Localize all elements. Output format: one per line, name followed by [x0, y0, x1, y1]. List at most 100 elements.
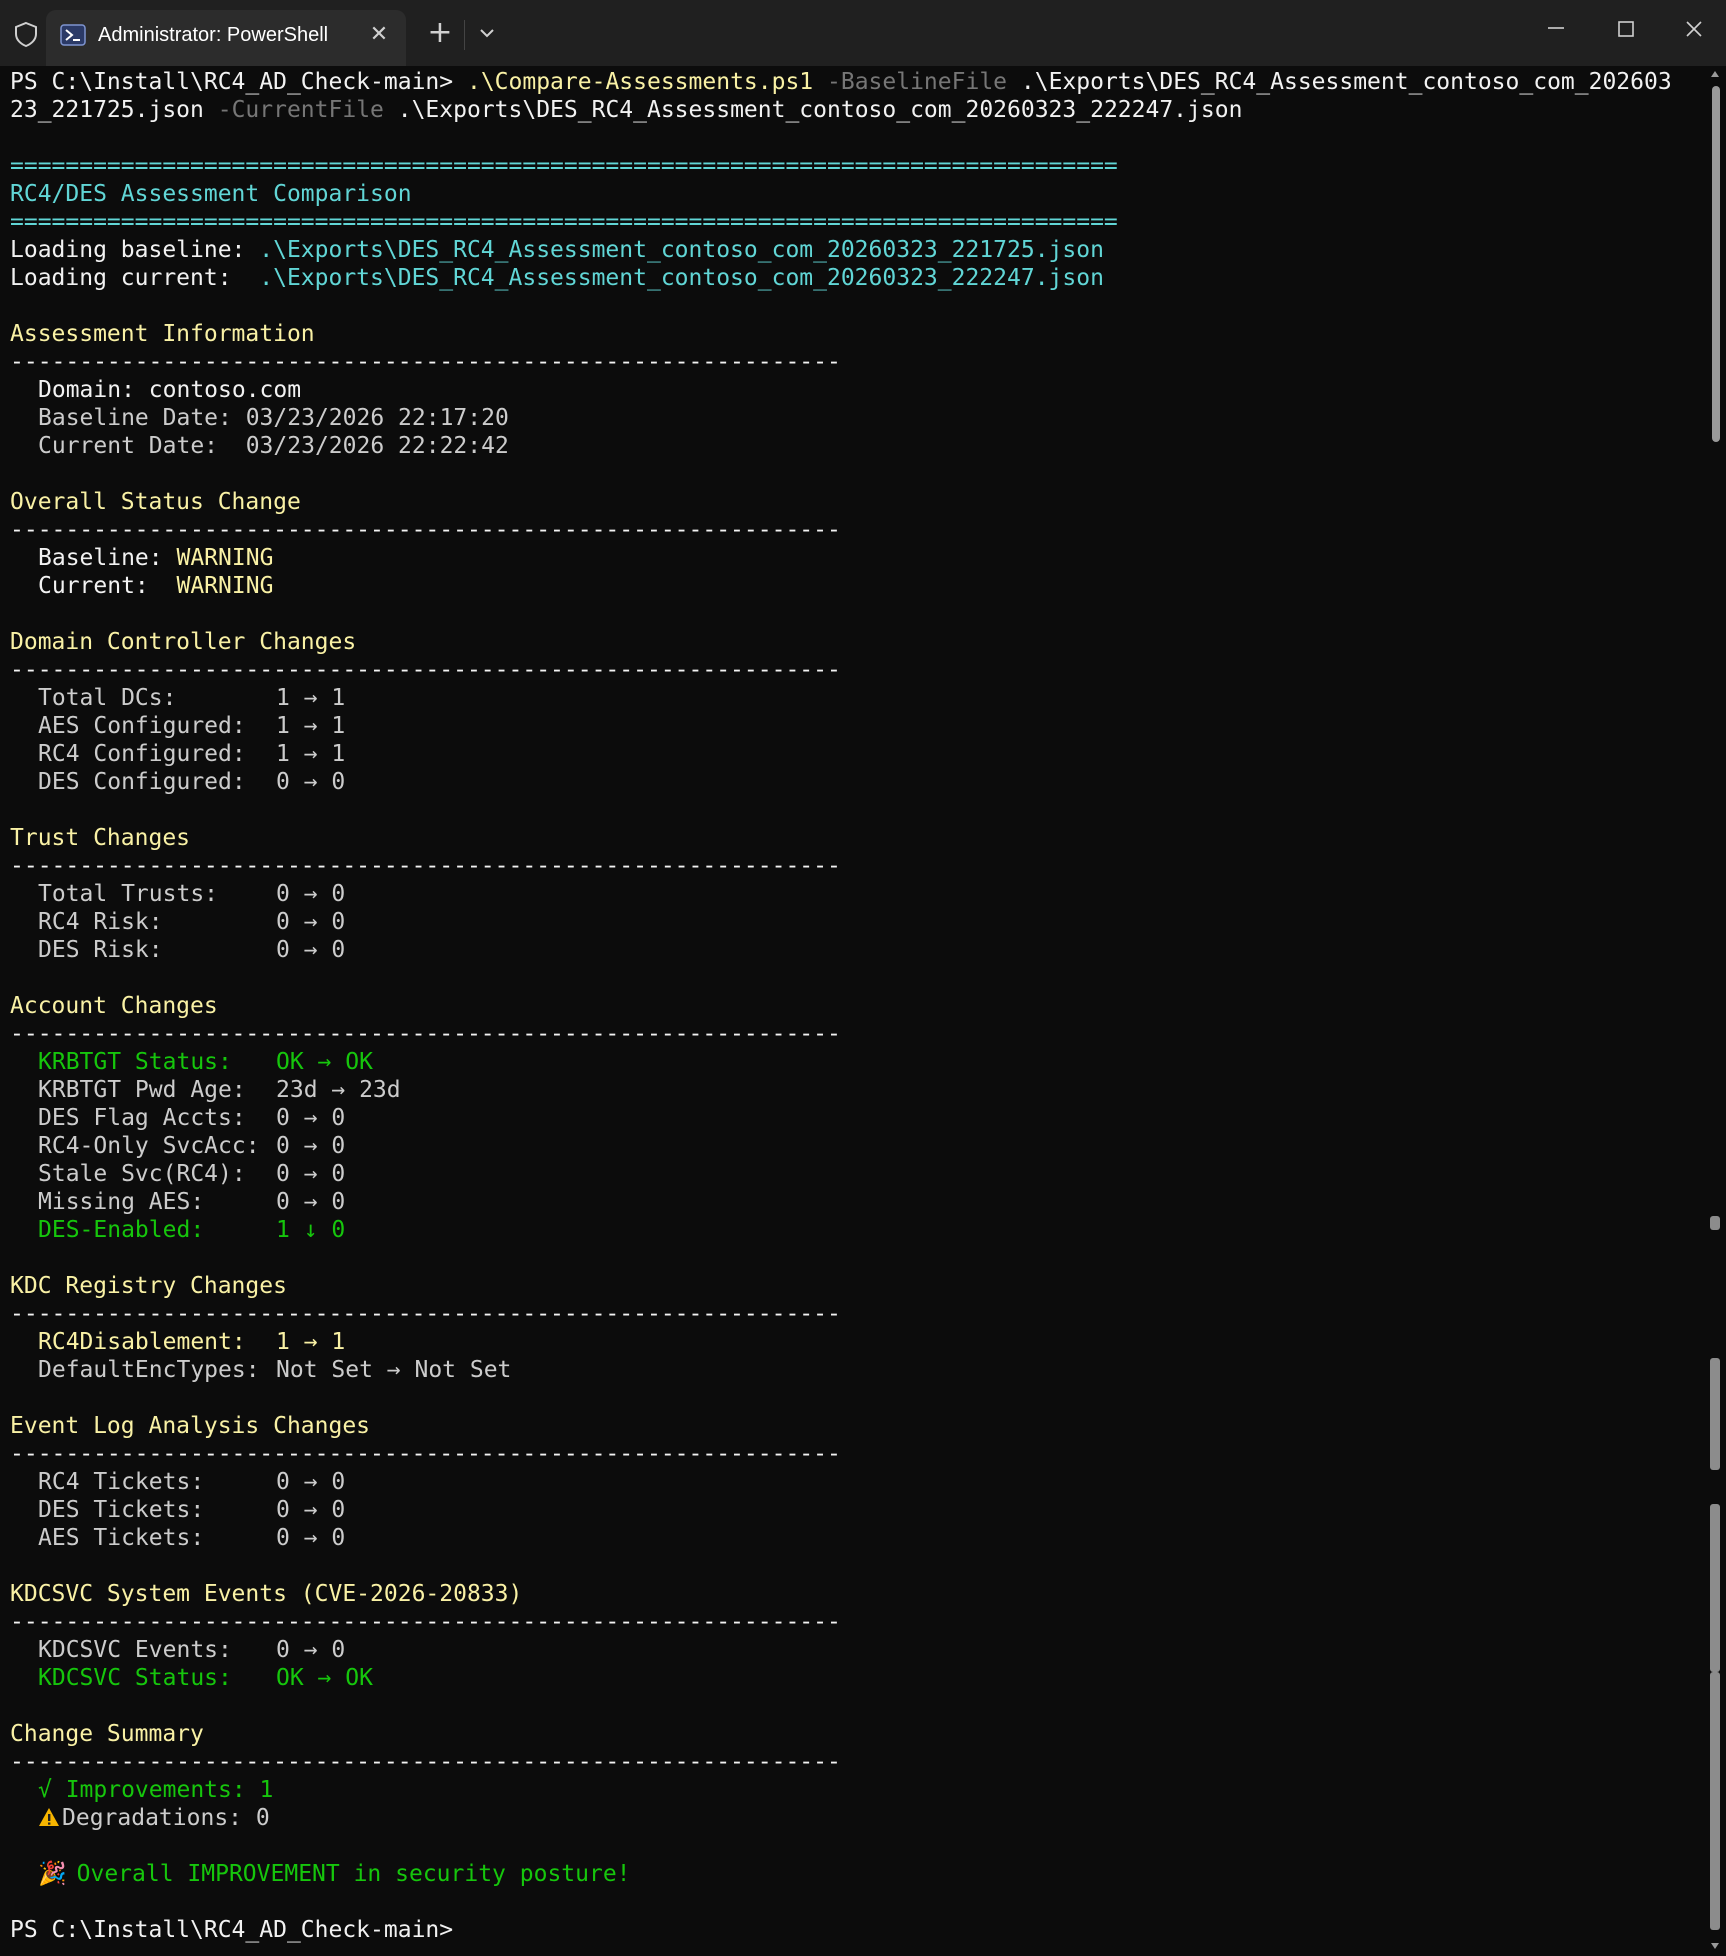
section-title: Account Changes [10, 993, 218, 1019]
row-value: 0 → 0 [276, 1525, 346, 1551]
close-icon[interactable]: ✕ [366, 22, 392, 48]
minimize-icon[interactable] [1536, 12, 1576, 46]
warning-icon [39, 1808, 59, 1826]
row-label: Total DCs: [38, 685, 177, 711]
shield-icon [15, 21, 37, 48]
list-item: RC4 Configured: 1 → 1 [10, 740, 1700, 768]
row-value: 1 ↓ 0 [276, 1217, 346, 1243]
row-label: Missing AES: [38, 1189, 205, 1215]
current-date: Current Date: 03/23/2026 22:22:42 [38, 433, 509, 459]
tab-divider [464, 20, 465, 50]
tab-powershell[interactable]: Administrator: PowerShell ✕ [46, 10, 406, 66]
window-close-icon[interactable] [1674, 12, 1714, 46]
row-label: DefaultEncTypes: [38, 1357, 260, 1383]
row-value: 0 → 0 [276, 769, 346, 795]
status-label: Baseline: [38, 545, 177, 571]
section-title: Event Log Analysis Changes [10, 1413, 371, 1439]
list-item: RC4Disablement: 1 → 1 [10, 1328, 1700, 1356]
improvements-line: √ Improvements: 1 [38, 1777, 274, 1803]
scrollbar[interactable] [1704, 66, 1726, 1956]
row-label: KDCSVC Events: [38, 1637, 232, 1663]
row-value: 0 → 0 [276, 1469, 346, 1495]
status-label: Current: [38, 573, 177, 599]
loading-current: Loading current: .\Exports\DES_RC4_Asses… [10, 264, 1700, 292]
section-title: Assessment Information [10, 321, 315, 347]
row-value: 0 → 0 [276, 881, 346, 907]
command-line: PS C:\Install\RC4_AD_Check-main> .\Compa… [10, 68, 1700, 96]
list-item: DES-Enabled: 1 ↓ 0 [10, 1216, 1700, 1244]
section-title: Domain Controller Changes [10, 629, 357, 655]
scroll-track[interactable] [1710, 86, 1720, 1936]
list-item: DES Tickets: 0 → 0 [10, 1496, 1700, 1524]
final-prompt[interactable]: PS C:\Install\RC4_AD_Check-main> [10, 1916, 1700, 1944]
current-status: Current: WARNING [10, 572, 1700, 600]
section-title: Overall Status Change [10, 489, 301, 515]
overall-text: Overall IMPROVEMENT in security posture! [76, 1861, 631, 1887]
row-value: 0 → 0 [276, 909, 346, 935]
row-value: 0 → 0 [276, 1189, 346, 1215]
row-value: OK → OK [276, 1049, 373, 1075]
overall-result: 🎉 Overall IMPROVEMENT in security posture… [10, 1860, 1700, 1888]
degradations-text: Degradations: 0 [62, 1805, 270, 1831]
param-current: -CurrentFile [203, 97, 384, 123]
scroll-up-icon[interactable] [1709, 68, 1721, 80]
report-heading: RC4/DES Assessment Comparison [10, 181, 412, 207]
domain-label: Domain: [38, 377, 149, 403]
script-name: .\Compare-Assessments.ps1 [466, 69, 814, 95]
list-item: KRBTGT Status: OK → OK [10, 1048, 1700, 1076]
rule-bottom: ========================================… [10, 209, 1118, 235]
row-value: 0 → 0 [276, 1133, 346, 1159]
row-value: 0 → 0 [276, 937, 346, 963]
param-baseline: -BaselineFile [813, 69, 1008, 95]
row-value: 23d → 23d [276, 1077, 401, 1103]
list-item: DefaultEncTypes: Not Set → Not Set [10, 1356, 1700, 1384]
list-item: Total Trusts: 0 → 0 [10, 880, 1700, 908]
tab-title: Administrator: PowerShell [98, 24, 329, 46]
scroll-down-icon[interactable] [1709, 1940, 1721, 1952]
scroll-thumb[interactable] [1712, 86, 1720, 442]
maximize-icon[interactable] [1606, 12, 1646, 46]
arg-current: .\Exports\DES_RC4_Assessment_contoso_com… [383, 97, 1243, 123]
row-value: 1 → 1 [276, 741, 346, 767]
row-value: 1 → 1 [276, 1329, 346, 1355]
row-label: DES Tickets: [38, 1497, 205, 1523]
title-bar: Administrator: PowerShell ✕ + [0, 0, 1726, 66]
row-value: Not Set → Not Set [276, 1357, 512, 1383]
row-label: KRBTGT Pwd Age: [38, 1077, 246, 1103]
list-item: KDCSVC Status: OK → OK [10, 1664, 1700, 1692]
loading-baseline: Loading baseline: .\Exports\DES_RC4_Asse… [10, 236, 1700, 264]
rule-top: ========================================… [10, 153, 1118, 179]
chevron-down-icon[interactable] [472, 18, 502, 48]
list-item: RC4 Tickets: 0 → 0 [10, 1468, 1700, 1496]
section-divider: ----------------------------------------… [10, 349, 841, 375]
row-label: RC4 Configured: [38, 741, 246, 767]
baseline-status: Baseline: WARNING [10, 544, 1700, 572]
loading-path: .\Exports\DES_RC4_Assessment_contoso_com… [259, 237, 1104, 263]
row-value: 0 → 0 [276, 1497, 346, 1523]
status-badge: WARNING [176, 573, 274, 599]
row-label: AES Configured: [38, 713, 246, 739]
powershell-icon [60, 24, 86, 46]
row-label: AES Tickets: [38, 1525, 205, 1551]
degradations-line: Degradations: 0 [10, 1804, 1700, 1832]
row-label: KDCSVC Status: [38, 1665, 232, 1691]
new-tab-button[interactable]: + [422, 16, 458, 52]
list-item: DES Configured: 0 → 0 [10, 768, 1700, 796]
prompt: PS C:\Install\RC4_AD_Check-main> [10, 69, 467, 95]
row-label: RC4-Only SvcAcc: [38, 1133, 260, 1159]
section-divider: ----------------------------------------… [10, 1609, 841, 1635]
list-item: Total DCs: 1 → 1 [10, 684, 1700, 712]
row-label: Total Trusts: [38, 881, 219, 907]
list-item: KDCSVC Events: 0 → 0 [10, 1636, 1700, 1664]
row-label: KRBTGT Status: [38, 1049, 232, 1075]
scroll-marker [1710, 1504, 1720, 1672]
row-label: RC4 Risk: [38, 909, 163, 935]
command-line-wrap: 23_221725.json -CurrentFile .\Exports\DE… [10, 96, 1700, 124]
domain-line: Domain: contoso.com [10, 376, 1700, 404]
baseline-date: Baseline Date: 03/23/2026 22:17:20 [38, 405, 509, 431]
section-divider: ----------------------------------------… [10, 1021, 841, 1047]
section-divider: ----------------------------------------… [10, 853, 841, 879]
terminal-output[interactable]: PS C:\Install\RC4_AD_Check-main> .\Compa… [10, 68, 1700, 1954]
section-title: Change Summary [10, 1721, 204, 1747]
section-divider: ----------------------------------------… [10, 1301, 841, 1327]
